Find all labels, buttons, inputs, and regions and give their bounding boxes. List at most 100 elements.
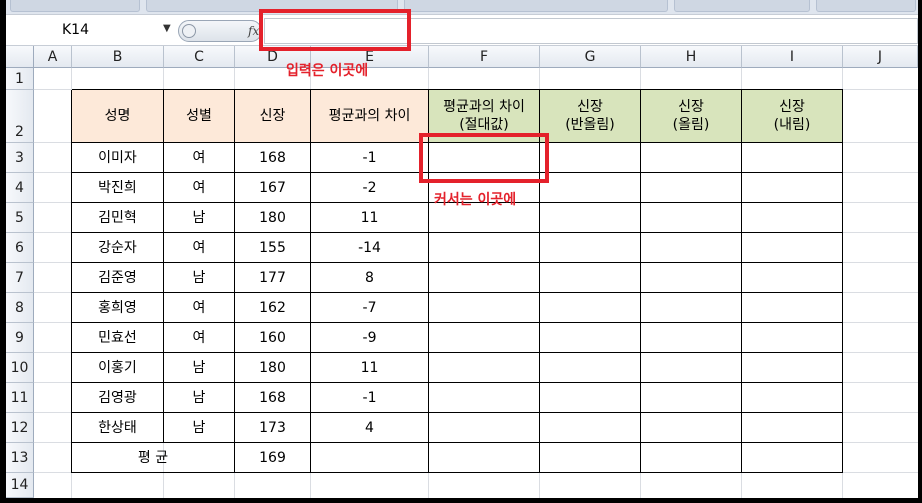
table-cell[interactable] <box>540 203 641 233</box>
table-cell[interactable] <box>742 263 843 293</box>
ribbon-tab[interactable] <box>816 0 916 12</box>
table-cell[interactable] <box>742 443 843 473</box>
table-header-cell[interactable]: 신장 <box>235 90 311 143</box>
average-value-cell[interactable]: 169 <box>235 443 311 473</box>
table-cell[interactable] <box>429 443 540 473</box>
ribbon-tab[interactable] <box>674 0 810 12</box>
table-cell[interactable] <box>641 323 742 353</box>
table-cell[interactable] <box>540 413 641 443</box>
table-cell[interactable]: 박진희 <box>72 173 164 203</box>
table-cell[interactable] <box>540 143 641 173</box>
row-header-11[interactable]: 11 <box>6 383 34 413</box>
table-cell[interactable] <box>641 443 742 473</box>
row-header-7[interactable]: 7 <box>6 263 34 293</box>
table-cell[interactable]: 남 <box>164 383 235 413</box>
table-cell[interactable] <box>429 263 540 293</box>
row-header-3[interactable]: 3 <box>6 143 34 173</box>
table-cell[interactable] <box>429 383 540 413</box>
table-cell[interactable]: 180 <box>235 203 311 233</box>
table-header-cell[interactable]: 성별 <box>164 90 235 143</box>
table-cell[interactable]: 여 <box>164 233 235 263</box>
table-cell[interactable]: 8 <box>311 263 429 293</box>
table-cell[interactable]: -1 <box>311 383 429 413</box>
table-cell[interactable]: 강순자 <box>72 233 164 263</box>
column-header-g[interactable]: G <box>540 46 641 68</box>
table-cell[interactable]: -1 <box>311 143 429 173</box>
table-cell[interactable] <box>641 293 742 323</box>
ribbon-tab[interactable] <box>10 0 140 12</box>
table-header-cell[interactable]: 신장 (내림) <box>742 90 843 143</box>
table-cell[interactable] <box>429 413 540 443</box>
select-all-corner[interactable] <box>6 46 34 68</box>
table-cell[interactable]: 김준영 <box>72 263 164 293</box>
table-cell[interactable]: 11 <box>311 353 429 383</box>
row-header-6[interactable]: 6 <box>6 233 34 263</box>
table-cell[interactable]: 여 <box>164 323 235 353</box>
column-header-f[interactable]: F <box>429 46 540 68</box>
column-header-h[interactable]: H <box>641 46 742 68</box>
row-header-12[interactable]: 12 <box>6 413 34 443</box>
row-header-14[interactable]: 14 <box>6 473 34 498</box>
table-cell[interactable]: 177 <box>235 263 311 293</box>
table-cell[interactable] <box>641 233 742 263</box>
table-cell[interactable]: 168 <box>235 383 311 413</box>
table-cell[interactable]: 여 <box>164 143 235 173</box>
row-header-13[interactable]: 13 <box>6 443 34 473</box>
table-header-cell[interactable]: 신장 (반올림) <box>540 90 641 143</box>
table-cell[interactable] <box>429 233 540 263</box>
table-cell[interactable]: -14 <box>311 233 429 263</box>
table-cell[interactable]: 11 <box>311 203 429 233</box>
table-cell[interactable]: 이홍기 <box>72 353 164 383</box>
table-header-cell[interactable]: 성명 <box>72 90 164 143</box>
table-cell[interactable] <box>641 353 742 383</box>
table-cell[interactable]: 160 <box>235 323 311 353</box>
table-cell[interactable]: 4 <box>311 413 429 443</box>
table-cell[interactable]: 남 <box>164 413 235 443</box>
table-cell[interactable]: 이미자 <box>72 143 164 173</box>
table-cell[interactable] <box>641 173 742 203</box>
row-header-5[interactable]: 5 <box>6 203 34 233</box>
table-cell[interactable] <box>540 443 641 473</box>
row-header-10[interactable]: 10 <box>6 353 34 383</box>
table-cell[interactable] <box>540 323 641 353</box>
table-cell[interactable] <box>641 263 742 293</box>
table-cell[interactable]: 홍희영 <box>72 293 164 323</box>
table-cell[interactable] <box>429 353 540 383</box>
column-header-c[interactable]: C <box>164 46 235 68</box>
insert-function-icon[interactable]: fx <box>248 24 259 38</box>
table-cell[interactable]: 남 <box>164 353 235 383</box>
table-cell[interactable] <box>429 293 540 323</box>
table-cell[interactable] <box>742 203 843 233</box>
table-cell[interactable] <box>641 413 742 443</box>
table-cell[interactable] <box>641 203 742 233</box>
table-cell[interactable]: 155 <box>235 233 311 263</box>
table-cell[interactable]: 남 <box>164 263 235 293</box>
table-cell[interactable] <box>742 233 843 263</box>
table-cell[interactable] <box>311 443 429 473</box>
table-cell[interactable]: 한상태 <box>72 413 164 443</box>
table-cell[interactable] <box>742 323 843 353</box>
table-cell[interactable] <box>641 383 742 413</box>
average-label-cell[interactable]: 평 균 <box>72 443 235 473</box>
table-cell[interactable]: 162 <box>235 293 311 323</box>
table-cell[interactable]: -2 <box>311 173 429 203</box>
table-cell[interactable]: 167 <box>235 173 311 203</box>
table-cell[interactable] <box>742 413 843 443</box>
row-header-2[interactable]: 2 <box>6 90 34 143</box>
table-cell[interactable] <box>540 353 641 383</box>
column-header-j[interactable]: J <box>843 46 918 68</box>
table-header-cell[interactable]: 평균과의 차이 <box>311 90 429 143</box>
table-cell[interactable] <box>540 383 641 413</box>
column-header-i[interactable]: I <box>742 46 843 68</box>
row-header-8[interactable]: 8 <box>6 293 34 323</box>
table-cell[interactable]: 여 <box>164 173 235 203</box>
table-cell[interactable]: 김영광 <box>72 383 164 413</box>
ribbon-tab[interactable] <box>404 0 668 12</box>
table-cell[interactable] <box>540 293 641 323</box>
table-cell[interactable]: 173 <box>235 413 311 443</box>
column-header-a[interactable]: A <box>34 46 72 68</box>
name-box[interactable] <box>6 18 176 44</box>
table-cell[interactable]: -7 <box>311 293 429 323</box>
table-cell[interactable] <box>540 233 641 263</box>
table-cell[interactable] <box>742 383 843 413</box>
